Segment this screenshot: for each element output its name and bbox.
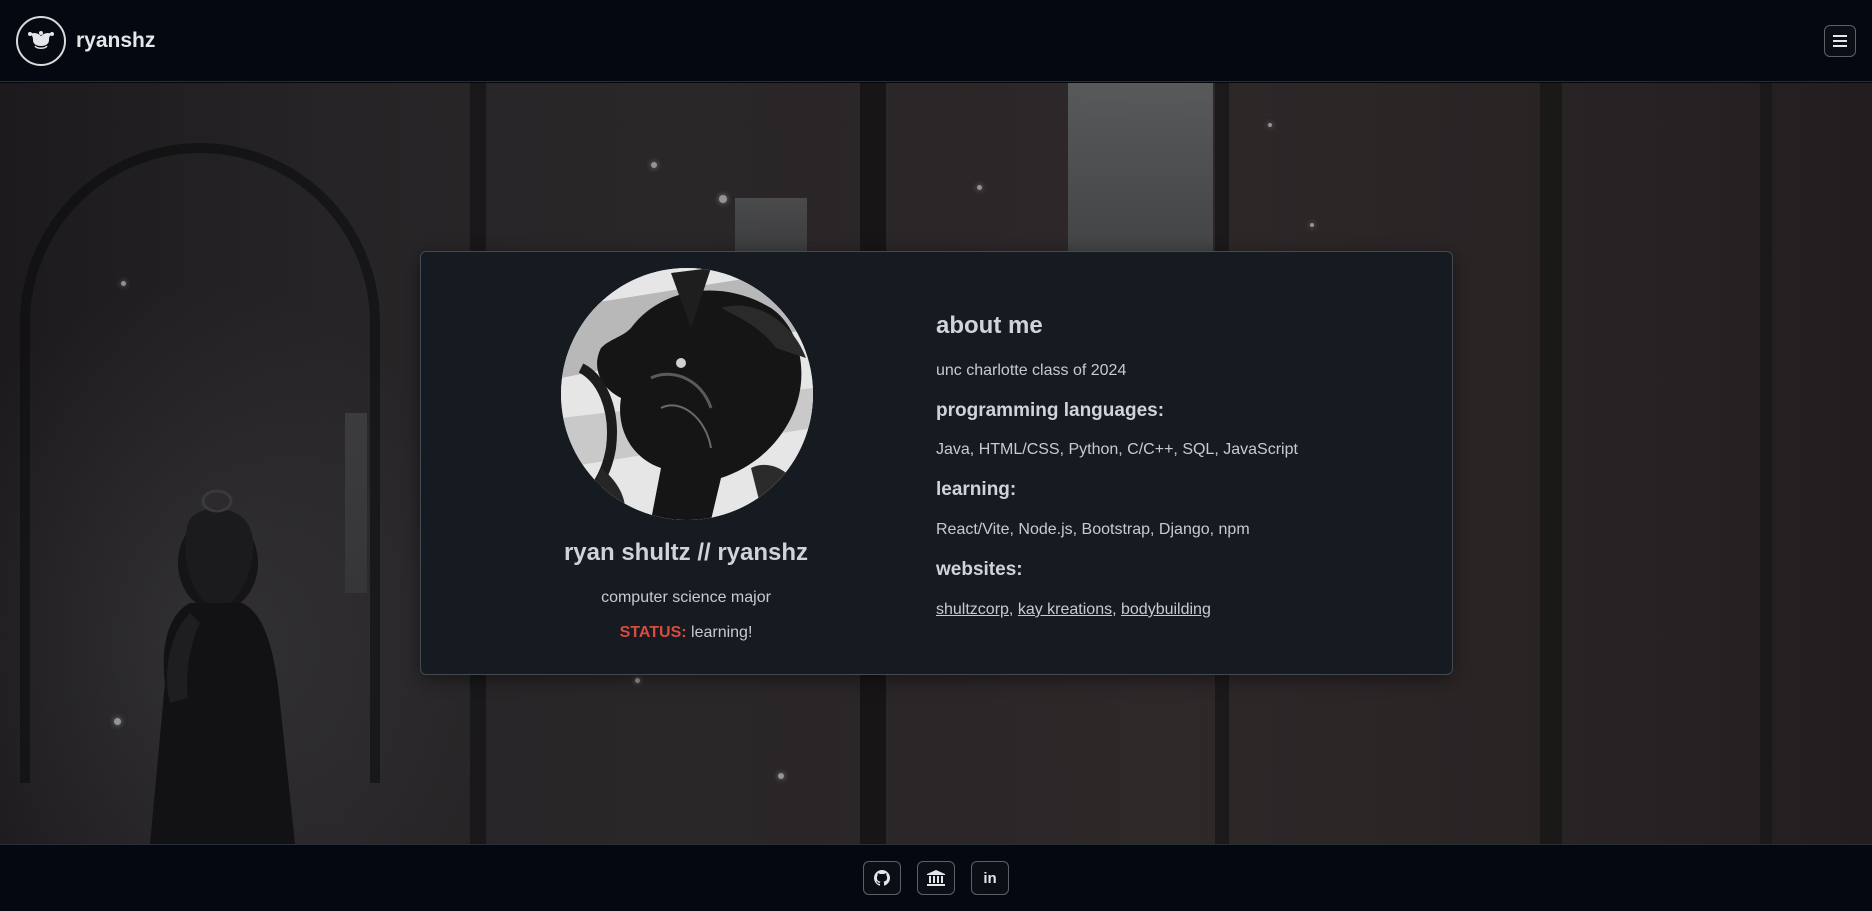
avatar — [561, 268, 813, 520]
websites-list: shultzcorp, kay kreations, bodybuilding — [936, 601, 1211, 619]
languages-list: Java, HTML/CSS, Python, C/C++, SQL, Java… — [936, 441, 1298, 458]
light-mote — [1268, 123, 1272, 127]
profile-card: ryan shultz // ryanshz computer science … — [420, 251, 1453, 675]
website-separator: , — [1008, 601, 1014, 618]
website-separator: , — [1112, 601, 1117, 618]
light-mote — [121, 281, 126, 286]
about-title: about me — [936, 312, 1043, 339]
light-mote — [719, 195, 727, 203]
jester-hat-icon — [16, 15, 66, 66]
learning-heading: learning: — [936, 479, 1017, 500]
status-label: STATUS: — [619, 624, 687, 641]
hamburger-menu-button[interactable] — [1824, 25, 1856, 57]
linkedin-icon: in — [983, 869, 997, 887]
light-mote — [114, 718, 121, 725]
learning-list: React/Vite, Node.js, Bootstrap, Django, … — [936, 521, 1250, 538]
profile-major: computer science major — [601, 589, 771, 606]
website-link-kay-kreations[interactable]: kay kreations — [1018, 601, 1112, 618]
institution-icon — [927, 870, 945, 886]
brand-name: ryanshz — [76, 28, 156, 52]
light-mote — [651, 162, 657, 168]
institution-button[interactable] — [917, 861, 955, 895]
hamburger-menu-icon — [1833, 35, 1847, 47]
background-window — [735, 198, 807, 258]
background-pillar — [1760, 83, 1772, 844]
footer: in — [0, 844, 1872, 911]
brand-link[interactable]: ryanshz — [16, 15, 156, 66]
website-link-bodybuilding[interactable]: bodybuilding — [1121, 601, 1211, 618]
github-button[interactable] — [863, 861, 901, 895]
light-mote — [635, 678, 640, 683]
background-window — [1068, 83, 1213, 253]
light-mote — [778, 773, 784, 779]
github-icon — [874, 870, 890, 886]
linkedin-button[interactable]: in — [971, 861, 1009, 895]
about-school: unc charlotte class of 2024 — [936, 362, 1127, 379]
profile-name: ryan shultz // ryanshz — [563, 539, 809, 566]
background-window — [345, 413, 367, 593]
status-value: learning! — [691, 624, 753, 641]
light-mote — [977, 185, 982, 190]
light-mote — [1310, 223, 1314, 227]
background-pillar — [1540, 83, 1562, 844]
profile-status: STATUS: learning! — [421, 624, 951, 642]
websites-heading: websites: — [936, 559, 1023, 580]
top-navbar: ryanshz — [0, 0, 1872, 82]
website-link-shultzcorp[interactable]: shultzcorp — [936, 601, 1009, 618]
girl-silhouette — [150, 489, 295, 844]
languages-heading: programming languages: — [936, 400, 1165, 421]
